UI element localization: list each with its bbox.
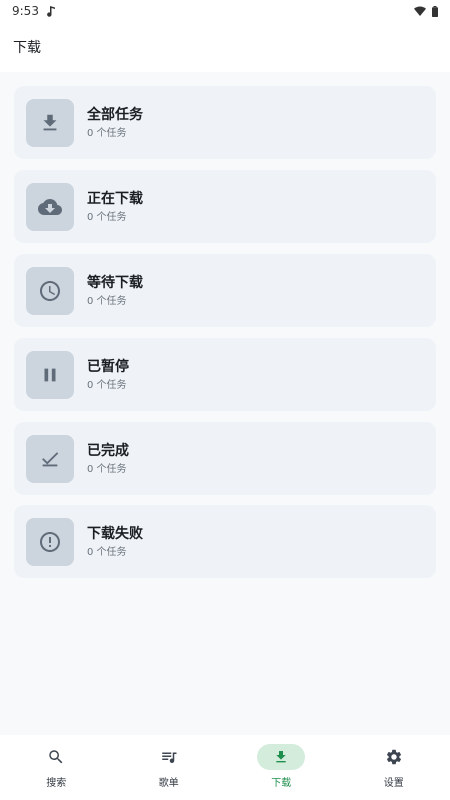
nav-item-settings[interactable]: 设置 [338, 735, 450, 800]
nav-item-download[interactable]: 下载 [225, 735, 338, 800]
category-title: 等待下载 [87, 274, 143, 291]
page-title: 下载 [13, 40, 41, 56]
category-title: 全部任务 [87, 106, 143, 123]
category-card-failed[interactable]: 下载失败 0 个任务 [14, 505, 436, 578]
download-category-list: 全部任务 0 个任务 正在下载 0 个任务 等待下载 0 个任务 已暂停 0 个… [0, 72, 450, 735]
category-count: 0 个任务 [87, 546, 127, 558]
nav-item-playlist[interactable]: 歌单 [113, 735, 226, 800]
nav-item-search[interactable]: 搜索 [0, 735, 113, 800]
app-bar: 下载 [0, 22, 450, 72]
category-count: 0 个任务 [87, 211, 127, 223]
download-icon [257, 744, 306, 770]
pause-icon [26, 350, 74, 399]
category-count: 0 个任务 [87, 295, 127, 307]
check-icon [26, 434, 74, 483]
nav-label: 搜索 [46, 778, 67, 789]
category-card-all[interactable]: 全部任务 0 个任务 [14, 86, 436, 159]
category-title: 正在下载 [87, 190, 143, 207]
nav-label: 下载 [271, 778, 292, 789]
wifi-icon [414, 6, 426, 16]
category-count: 0 个任务 [87, 379, 127, 391]
status-time: 9:53 [12, 4, 39, 18]
gear-icon [370, 744, 418, 770]
category-card-downloading[interactable]: 正在下载 0 个任务 [14, 170, 436, 243]
music-note-icon [47, 5, 55, 17]
bottom-navigation: 搜索 歌单 下载 设置 [0, 735, 450, 800]
category-card-paused[interactable]: 已暂停 0 个任务 [14, 338, 436, 411]
cloud-download-icon [26, 182, 74, 231]
category-count: 0 个任务 [87, 463, 127, 475]
battery-icon [432, 5, 438, 17]
category-title: 下载失败 [87, 525, 143, 542]
playlist-icon [145, 744, 193, 770]
category-card-waiting[interactable]: 等待下载 0 个任务 [14, 254, 436, 327]
category-card-completed[interactable]: 已完成 0 个任务 [14, 422, 436, 495]
nav-label: 歌单 [158, 778, 179, 789]
clock-icon [26, 266, 74, 315]
download-icon [26, 98, 74, 147]
error-icon [26, 517, 74, 566]
nav-label: 设置 [383, 778, 404, 789]
status-bar: 9:53 [0, 0, 450, 22]
category-title: 已暂停 [87, 358, 129, 375]
search-icon [32, 744, 80, 770]
category-count: 0 个任务 [87, 127, 127, 139]
category-title: 已完成 [87, 442, 129, 459]
